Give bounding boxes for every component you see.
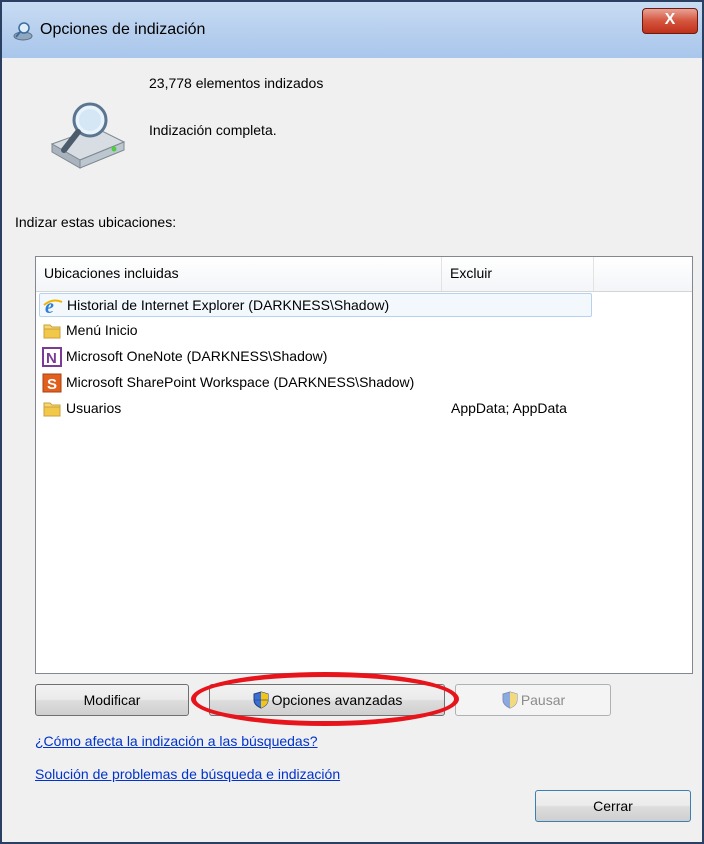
indexer-drive-icon <box>50 102 126 169</box>
pause-button: Pausar <box>455 684 611 716</box>
column-header-exclude[interactable]: Excluir <box>442 257 594 291</box>
svg-text:e: e <box>45 296 54 316</box>
location-name: Historial de Internet Explorer (DARKNESS… <box>67 297 390 313</box>
advanced-options-button[interactable]: Opciones avanzadas <box>209 684 445 716</box>
locations-label: Indizar estas ubicaciones: <box>15 214 177 230</box>
column-header-included[interactable]: Ubicaciones incluidas <box>36 257 442 291</box>
sharepoint-icon: S <box>42 373 62 393</box>
svg-text:N: N <box>46 350 57 367</box>
close-button[interactable]: Cerrar <box>535 790 691 822</box>
indexing-options-icon <box>13 22 33 41</box>
how-indexing-affects-link[interactable]: ¿Cómo afecta la indización a las búsqued… <box>35 733 318 749</box>
list-header: Ubicaciones incluidas Excluir <box>36 257 692 292</box>
indexing-status: Indización completa. <box>149 122 277 138</box>
folder-icon <box>43 324 61 339</box>
location-name: Usuarios <box>66 400 122 416</box>
column-header-included-label: Ubicaciones incluidas <box>44 265 179 281</box>
folder-icon <box>43 402 61 417</box>
uac-shield-icon <box>502 691 518 709</box>
modify-button[interactable]: Modificar <box>35 684 189 716</box>
onenote-icon: N <box>42 347 62 367</box>
location-exclude: AppData; AppData <box>451 400 567 416</box>
close-window-button[interactable]: X <box>642 8 698 34</box>
locations-list[interactable]: Ubicaciones incluidas Excluir e Historia… <box>35 256 693 674</box>
location-name: Microsoft OneNote (DARKNESS\Shadow) <box>66 348 328 364</box>
svg-text:S: S <box>47 376 57 393</box>
troubleshoot-link[interactable]: Solución de problemas de búsqueda e indi… <box>35 766 340 782</box>
pause-label: Pausar <box>520 692 566 708</box>
uac-shield-icon <box>253 691 269 709</box>
advanced-options-label: Opciones avanzadas <box>271 692 403 708</box>
location-name: Microsoft SharePoint Workspace (DARKNESS… <box>66 374 415 390</box>
title-bar[interactable]: Opciones de indización X <box>2 2 702 58</box>
location-name: Menú Inicio <box>66 322 138 338</box>
internet-explorer-icon: e <box>43 296 63 316</box>
indexed-count: 23,778 elementos indizados <box>149 75 324 91</box>
list-item[interactable]: e Historial de Internet Explorer (DARKNE… <box>39 293 592 317</box>
window-title: Opciones de indización <box>40 21 206 38</box>
dialog-body: 23,778 elementos indizados Indización co… <box>10 58 694 834</box>
column-header-exclude-label: Excluir <box>450 265 493 281</box>
indexing-options-window: Opciones de indización X 23,778 elemento… <box>0 0 704 844</box>
